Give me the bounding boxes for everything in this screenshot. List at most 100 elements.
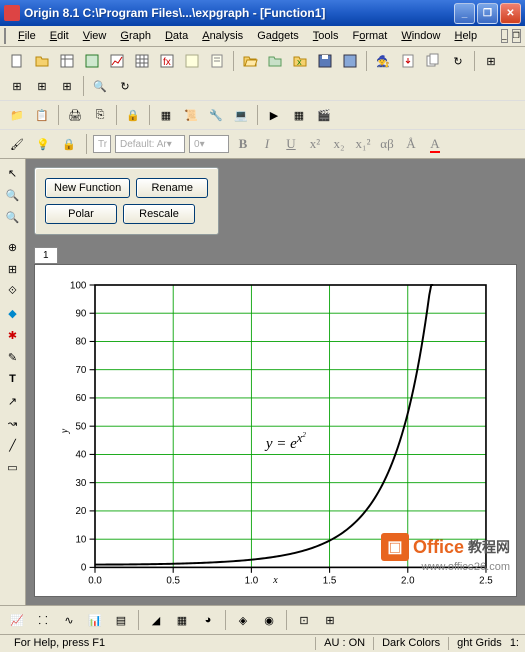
refresh-icon[interactable]: ↻ (114, 75, 136, 97)
menu-data[interactable]: Data (159, 28, 194, 44)
underline-button[interactable]: U (281, 134, 301, 154)
layer-tab-1[interactable]: 1 (34, 247, 58, 263)
menu-edit[interactable]: Edit (44, 28, 75, 44)
code-builder-icon[interactable]: 🔧 (205, 104, 227, 126)
greek-button[interactable]: αβ (377, 134, 397, 154)
menu-tools[interactable]: Tools (307, 28, 345, 44)
batch-4-icon[interactable]: ⊞ (56, 75, 78, 97)
menu-format[interactable]: Format (346, 28, 393, 44)
zoom-in-tool-icon[interactable]: 🔍 (3, 185, 23, 205)
reimport-icon[interactable]: ↻ (447, 50, 469, 72)
template-library-icon[interactable]: ⊞ (319, 609, 341, 631)
new-folder-icon[interactable] (31, 50, 53, 72)
rescale-button[interactable]: Rescale (123, 204, 195, 224)
curved-arrow-icon[interactable]: ↝ (3, 413, 23, 433)
supersub-button[interactable]: x₁² (353, 134, 373, 154)
screen-reader-icon[interactable]: ⊕ (3, 237, 23, 257)
maximize-button[interactable]: ❐ (477, 3, 498, 24)
duplicate-icon[interactable]: ⎘ (89, 104, 111, 126)
template-plot-icon[interactable]: ⊡ (293, 609, 315, 631)
superscript-button[interactable]: x² (305, 134, 325, 154)
minimize-button[interactable]: _ (454, 3, 475, 24)
column-plot-icon[interactable]: 📊 (84, 609, 106, 631)
rename-button[interactable]: Rename (136, 178, 208, 198)
batch-3-icon[interactable]: ⊞ (31, 75, 53, 97)
import-multiple-icon[interactable] (422, 50, 444, 72)
labtalk-icon[interactable]: 💻 (230, 104, 252, 126)
font-color-button[interactable]: A (425, 134, 445, 154)
document-icon[interactable] (4, 28, 6, 44)
font-size-select[interactable]: 0 ▾ (189, 135, 229, 153)
explorer-icon[interactable]: 📁 (6, 104, 28, 126)
brush-icon[interactable]: 🖌 (6, 133, 28, 155)
scatter-plot-icon[interactable]: ⸬ (32, 609, 54, 631)
font-style-select[interactable]: Tr (93, 135, 111, 153)
new-matrix-icon[interactable] (131, 50, 153, 72)
contour-plot-icon[interactable]: ◉ (258, 609, 280, 631)
3d-plot-icon[interactable]: ◈ (232, 609, 254, 631)
polar-button[interactable]: Polar (45, 204, 117, 224)
line-tool-icon[interactable]: ╱ (3, 435, 23, 455)
bar-plot-icon[interactable]: ▤ (110, 609, 132, 631)
close-button[interactable]: ✕ (500, 3, 521, 24)
import-ascii-icon[interactable] (397, 50, 419, 72)
new-layout-icon[interactable] (181, 50, 203, 72)
import-wizard-icon[interactable]: 🧙 (372, 50, 394, 72)
arrow-tool-icon[interactable]: ↗ (3, 391, 23, 411)
plot-area[interactable]: 0.00.51.01.52.02.50102030405060708090100 (95, 285, 486, 567)
menu-gadgets[interactable]: Gadgets (251, 28, 305, 44)
add-column-icon[interactable]: ▦ (155, 104, 177, 126)
draw-data-icon[interactable]: ✎ (3, 347, 23, 367)
mask-tool-icon[interactable]: ✱ (3, 325, 23, 345)
menu-help[interactable]: Help (448, 28, 483, 44)
mdi-minimize-button[interactable]: _ (501, 29, 507, 43)
batch-1-icon[interactable]: ⊞ (480, 50, 502, 72)
new-excel-icon[interactable] (81, 50, 103, 72)
region-data-icon[interactable]: ◆ (3, 303, 23, 323)
equation-text[interactable]: y = ex2 (266, 431, 306, 453)
digitizer-icon[interactable]: ▦ (288, 104, 310, 126)
menu-analysis[interactable]: Analysis (196, 28, 249, 44)
new-graph-icon[interactable] (106, 50, 128, 72)
bold-button[interactable]: B (233, 134, 253, 154)
batch-2-icon[interactable]: ⊞ (6, 75, 28, 97)
text-tool-icon[interactable]: T (3, 369, 23, 389)
zoom-out-tool-icon[interactable]: 🔍 (3, 207, 23, 227)
area-plot-icon[interactable]: ◢ (145, 609, 167, 631)
results-icon[interactable]: 📋 (31, 104, 53, 126)
stack-plot-icon[interactable]: ▦ (171, 609, 193, 631)
open-excel-icon[interactable]: X (289, 50, 311, 72)
script-icon[interactable]: 📜 (180, 104, 202, 126)
print-icon[interactable]: 🖨 (64, 104, 86, 126)
open-template-icon[interactable] (264, 50, 286, 72)
slide-show-icon[interactable]: ▶ (263, 104, 285, 126)
y-axis-label[interactable]: y (60, 428, 71, 432)
lightbulb-icon[interactable]: 💡 (32, 133, 54, 155)
font-button[interactable]: Å (401, 134, 421, 154)
line-scatter-icon[interactable]: ∿ (58, 609, 80, 631)
new-function-button[interactable]: New Function (45, 178, 130, 198)
menu-window[interactable]: Window (395, 28, 446, 44)
data-reader-icon[interactable]: ⊞ (3, 259, 23, 279)
menu-view[interactable]: View (77, 28, 113, 44)
new-project-icon[interactable] (6, 50, 28, 72)
line-plot-icon[interactable]: 📈 (6, 609, 28, 631)
menu-graph[interactable]: Graph (114, 28, 157, 44)
subscript-button[interactable]: x₂ (329, 134, 349, 154)
recalc-icon[interactable]: 🔒 (122, 104, 144, 126)
new-notes-icon[interactable] (206, 50, 228, 72)
x-axis-label[interactable]: x (273, 575, 277, 586)
video-icon[interactable]: 🎬 (313, 104, 335, 126)
data-selector-icon[interactable]: ⟐ (3, 281, 23, 301)
save-template-icon[interactable] (339, 50, 361, 72)
font-name-select[interactable]: Default: Ar ▾ (115, 135, 185, 153)
lock-icon[interactable]: 🔒 (58, 133, 80, 155)
italic-button[interactable]: I (257, 134, 277, 154)
menu-file[interactable]: File (12, 28, 42, 44)
pie-plot-icon[interactable]: ◕ (197, 609, 219, 631)
zoom-icon[interactable]: 🔍 (89, 75, 111, 97)
graph-window[interactable]: 0.00.51.01.52.02.50102030405060708090100… (34, 264, 517, 597)
open-icon[interactable] (239, 50, 261, 72)
rectangle-tool-icon[interactable]: ▭ (3, 457, 23, 477)
mdi-restore-button[interactable]: ❐ (512, 29, 521, 43)
